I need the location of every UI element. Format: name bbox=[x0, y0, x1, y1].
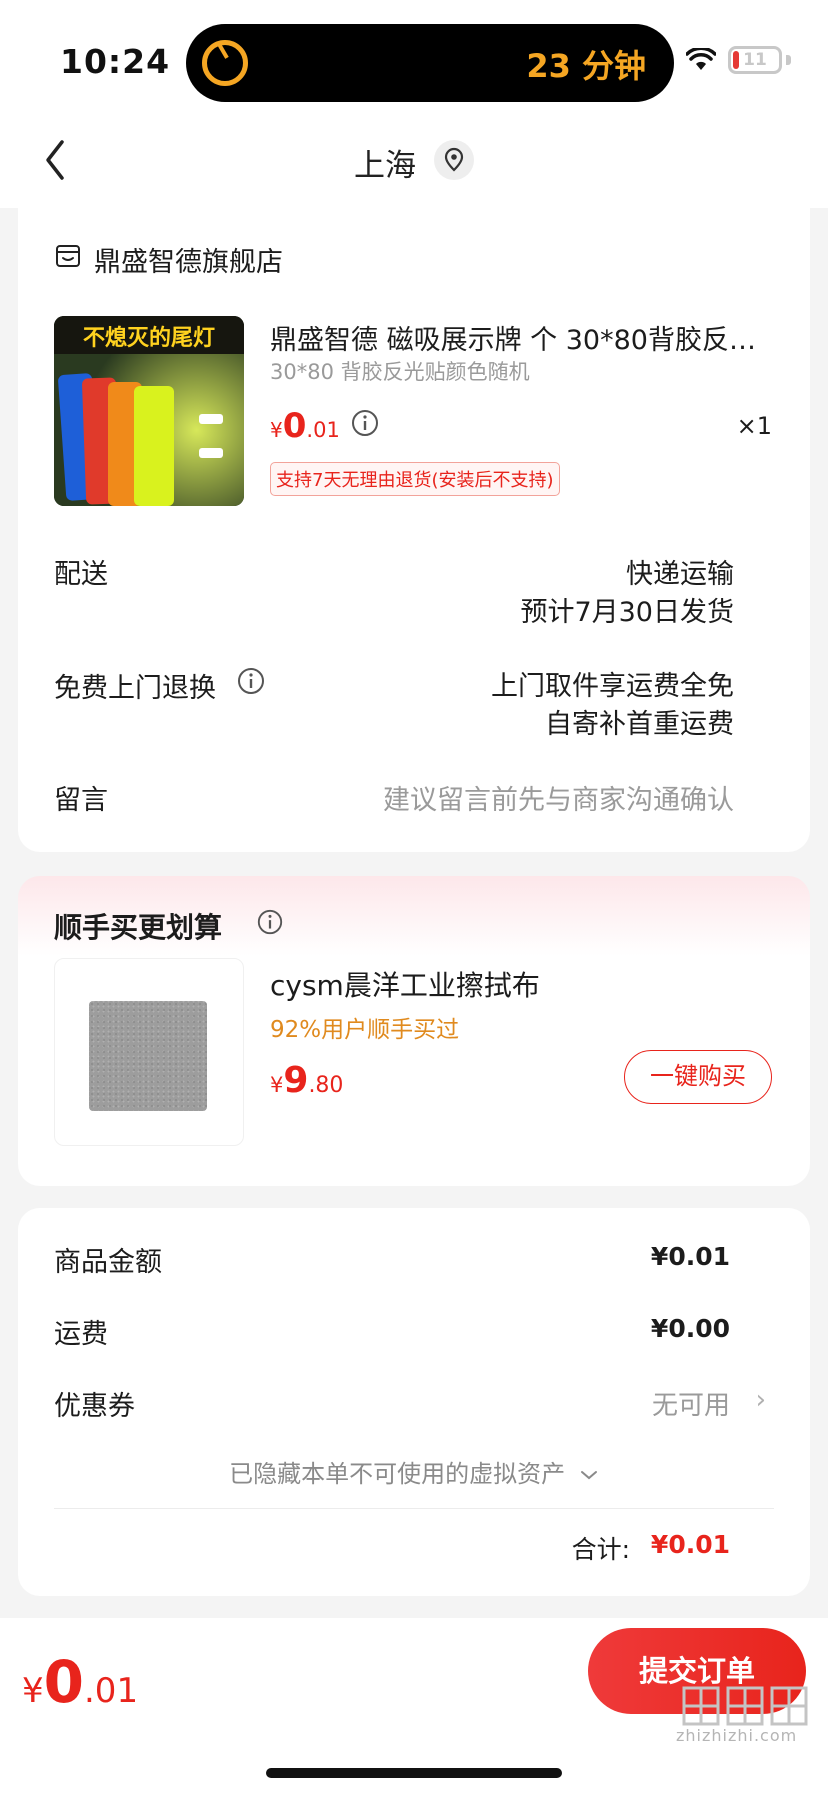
price-info-icon[interactable] bbox=[350, 408, 380, 438]
checkout-bar: ¥0.01 提交订单 zhizhizhi.com bbox=[0, 1618, 828, 1796]
checkout-price-integer: 0 bbox=[43, 1648, 84, 1716]
home-indicator[interactable] bbox=[266, 1768, 562, 1778]
store-icon bbox=[56, 245, 80, 267]
back-chevron-icon[interactable] bbox=[36, 134, 84, 186]
shipping-fee-label: 运费 bbox=[54, 1319, 108, 1350]
checkout-price-currency: ¥ bbox=[22, 1671, 44, 1711]
product-spec[interactable]: 30*80 背胶反光贴颜色随机 bbox=[270, 356, 530, 386]
price-integer: 0 bbox=[282, 406, 307, 446]
summary-card: 商品金额 ¥0.01 运费 ¥0.00 优惠券 无可用 › 已隐藏本单不可使用的… bbox=[18, 1208, 810, 1596]
page-title: 上海 bbox=[354, 148, 416, 184]
hidden-assets-text: 已隐藏本单不可使用的虚拟资产 bbox=[229, 1460, 566, 1488]
chevron-right-icon[interactable]: › bbox=[756, 1385, 766, 1415]
battery-percent: 11 bbox=[743, 50, 767, 70]
delivery-label: 配送 bbox=[54, 559, 108, 590]
summary-divider bbox=[54, 1508, 774, 1509]
location-pin-icon[interactable] bbox=[434, 140, 474, 180]
product-title[interactable]: 鼎盛智德 磁吸展示牌 个 30*80背胶反… bbox=[270, 318, 780, 357]
wifi-icon bbox=[686, 48, 716, 70]
watermark-logo-icon bbox=[682, 1686, 808, 1726]
upsell-price-decimal: .80 bbox=[308, 1073, 344, 1098]
live-activity-timer: 23 分钟 bbox=[526, 47, 646, 85]
return-self-send-text: 自寄补首重运费 bbox=[545, 709, 734, 740]
order-card: 鼎盛智德旗舰店 不熄灭的尾灯 鼎盛智德 磁吸展示牌 个 30*80背胶反… 30… bbox=[18, 200, 810, 852]
battery-cap bbox=[786, 55, 791, 65]
product-image[interactable]: 不熄灭的尾灯 bbox=[54, 316, 244, 506]
dynamic-island[interactable]: 23 分钟 bbox=[186, 24, 674, 102]
upsell-title: 顺手买更划算 bbox=[54, 911, 223, 944]
shipping-fee-value: ¥0.00 bbox=[650, 1314, 730, 1343]
delivery-eta: 预计7月30日发货 bbox=[520, 597, 734, 628]
upsell-price-integer: 9 bbox=[283, 1060, 309, 1101]
chevron-down-icon bbox=[580, 1471, 597, 1480]
message-label: 留言 bbox=[54, 785, 108, 816]
total-value: ¥0.01 bbox=[650, 1530, 730, 1559]
price-decimal: .01 bbox=[306, 418, 340, 442]
store-name[interactable]: 鼎盛智德旗舰店 bbox=[94, 240, 283, 279]
nav-bar: 上海 bbox=[0, 110, 828, 208]
total-label: 合计: bbox=[571, 1535, 630, 1564]
return-policy-badge: 支持7天无理由退货(安装后不支持) bbox=[270, 462, 560, 496]
free-return-label: 免费上门退换 bbox=[54, 673, 216, 704]
upsell-card: 顺手买更划算 cysm晨洋工业擦拭布 92%用户顺手买过 ¥9.80 一键购买 bbox=[18, 876, 810, 1186]
return-info-icon[interactable] bbox=[236, 666, 266, 696]
wiping-cloth-image bbox=[89, 1001, 207, 1111]
checkout-price-decimal: .01 bbox=[84, 1671, 139, 1711]
coupon-value[interactable]: 无可用 bbox=[652, 1385, 730, 1422]
return-pickup-text: 上门取件享运费全免 bbox=[491, 671, 734, 702]
goods-amount-value: ¥0.01 bbox=[650, 1242, 730, 1271]
status-time: 10:24 bbox=[60, 42, 171, 81]
one-click-buy-button[interactable]: 一键购买 bbox=[624, 1050, 772, 1104]
hidden-assets-toggle[interactable]: 已隐藏本单不可使用的虚拟资产 bbox=[18, 1454, 810, 1489]
upsell-item-image[interactable] bbox=[54, 958, 244, 1146]
upsell-item-name[interactable]: cysm晨洋工业擦拭布 bbox=[270, 964, 540, 1004]
checkout-total-price: ¥0.01 bbox=[22, 1648, 138, 1716]
battery-icon: 11 bbox=[728, 46, 782, 74]
price-currency: ¥ bbox=[270, 418, 283, 442]
coupon-label: 优惠券 bbox=[54, 1391, 135, 1422]
upsell-item-price: ¥9.80 bbox=[270, 1060, 343, 1101]
status-bar: 10:24 23 分钟 11 bbox=[0, 0, 828, 110]
timer-ring-icon bbox=[202, 40, 248, 86]
upsell-item-stat: 92%用户顺手买过 bbox=[270, 1017, 460, 1043]
product-quantity[interactable]: ×1 bbox=[737, 412, 772, 440]
watermark-text: zhizhizhi.com bbox=[676, 1726, 798, 1745]
upsell-info-icon[interactable] bbox=[256, 908, 284, 936]
message-input[interactable]: 建议留言前先与商家沟通确认 bbox=[383, 778, 734, 817]
product-image-caption: 不熄灭的尾灯 bbox=[82, 326, 215, 351]
product-price: ¥0.01 bbox=[270, 406, 340, 446]
upsell-price-currency: ¥ bbox=[270, 1073, 284, 1097]
delivery-method[interactable]: 快递运输 bbox=[626, 552, 734, 591]
goods-amount-label: 商品金额 bbox=[54, 1247, 162, 1278]
